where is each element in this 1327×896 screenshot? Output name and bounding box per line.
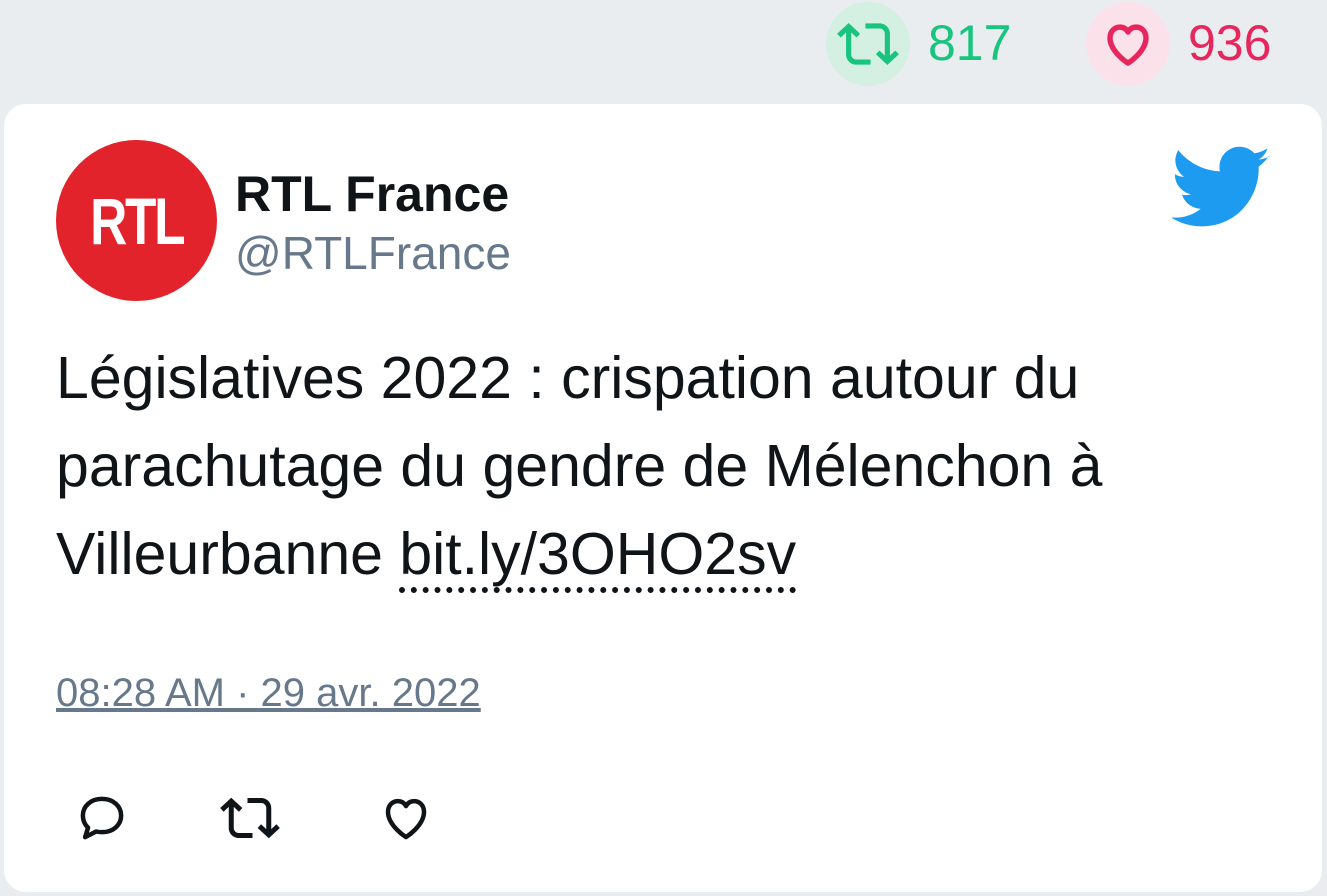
reply-icon (80, 796, 124, 840)
tweet-timestamp[interactable]: 08:28 AM · 29 avr. 2022 (56, 670, 481, 716)
tweet-body: Législatives 2022 : crispation autour du… (56, 334, 1286, 598)
like-count: 936 (1188, 15, 1272, 71)
reply-button[interactable] (72, 788, 132, 848)
retweet-icon (837, 23, 899, 65)
avatar-logo-text: RTL (89, 183, 185, 258)
heart-icon (385, 798, 427, 840)
like-stat-icon[interactable] (1086, 2, 1170, 86)
author-handle[interactable]: @RTLFrance (235, 226, 511, 280)
engagement-stats: 817 936 (0, 0, 1327, 100)
avatar[interactable]: RTL (56, 140, 217, 301)
retweet-stat-icon[interactable] (826, 2, 910, 86)
retweet-count: 817 (928, 15, 1012, 71)
like-button[interactable] (376, 788, 436, 848)
tweet-link[interactable]: bit.ly/3OHO2sv (399, 521, 797, 593)
retweet-icon (220, 797, 280, 839)
heart-icon (1107, 24, 1149, 66)
tweet-card: RTL RTL France @RTLFrance Législatives 2… (4, 104, 1322, 892)
twitter-bird-icon[interactable] (1172, 146, 1272, 230)
retweet-button[interactable] (220, 788, 280, 848)
author-name[interactable]: RTL France (235, 166, 509, 222)
